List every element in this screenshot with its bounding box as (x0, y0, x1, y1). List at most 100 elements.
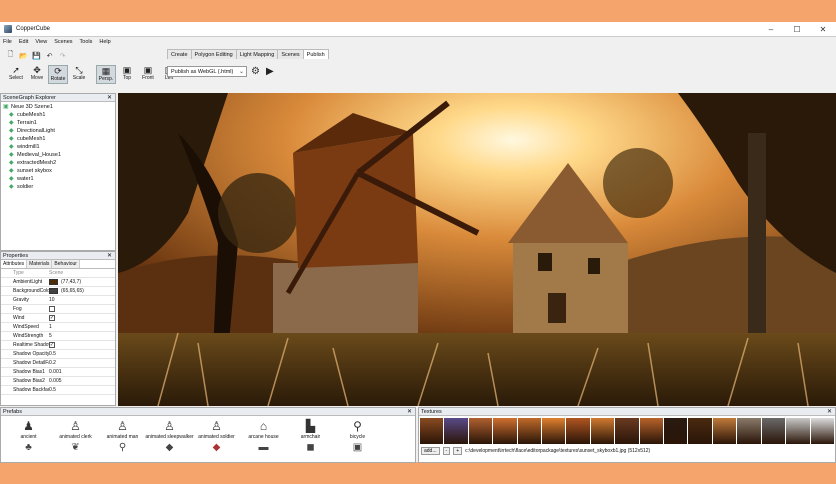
property-value[interactable]: 0.005 (49, 378, 115, 384)
undo-icon[interactable]: ↶ (45, 51, 54, 60)
prefab-item[interactable]: ♙ animated clerk (52, 418, 99, 440)
lamp-prefab-icon[interactable]: ⚲ (99, 442, 146, 453)
checkbox[interactable] (49, 306, 55, 312)
tree-item[interactable]: ◆ sunset skybox (3, 167, 113, 175)
property-value[interactable]: 0.5 (49, 387, 115, 393)
property-value[interactable] (49, 306, 115, 312)
tab-light-mapping[interactable]: Light Mapping (235, 49, 279, 59)
prefab-item[interactable]: ♙ animated man (99, 418, 146, 440)
property-row[interactable]: WindSpeed 1 (1, 323, 115, 332)
plant-prefab-icon[interactable]: ❦ (52, 442, 99, 453)
property-row[interactable]: Realtime Shadow ✓ (1, 341, 115, 350)
color-swatch[interactable] (49, 279, 58, 285)
tree-item[interactable]: ▣ Neue 3D Szene1 (3, 103, 113, 111)
property-value[interactable]: 10 (49, 297, 115, 303)
save-icon[interactable]: 💾 (32, 51, 41, 60)
texture-thumbnail[interactable] (444, 418, 468, 444)
carpet-prefab-icon[interactable]: ◆ (193, 442, 240, 453)
tab-materials[interactable]: Materials (27, 260, 53, 268)
tree-item[interactable]: ◆ cubeMesh1 (3, 111, 113, 119)
prefab-item[interactable]: ⚲ bicycle (334, 418, 381, 440)
maximize-button[interactable]: ☐ (784, 22, 810, 36)
tree-item[interactable]: ◆ Medieval_House1 (3, 151, 113, 159)
property-row[interactable]: Shadow Bias2 0.005 (1, 377, 115, 386)
box-prefab-icon[interactable]: ▣ (334, 442, 381, 453)
property-row[interactable]: Type Scene (1, 269, 115, 278)
zoom-out-button[interactable]: - (442, 446, 451, 455)
close-icon[interactable]: ✕ (107, 252, 112, 259)
new-file-icon[interactable]: 🗋 (6, 51, 15, 60)
open-folder-icon[interactable]: 📂 (19, 51, 28, 60)
tab-attributes[interactable]: Attributes (1, 260, 28, 268)
texture-thumbnail[interactable] (786, 418, 810, 444)
texture-thumbnail[interactable] (468, 418, 493, 444)
prefab-item[interactable]: ⌂ arcane house (240, 418, 287, 440)
property-value[interactable]: ✓ (49, 315, 115, 321)
view-top[interactable]: ▣ Top (117, 65, 137, 84)
property-row[interactable]: AmbientLight (77,43,7) (1, 278, 115, 287)
tree-item[interactable]: ◆ water1 (3, 175, 113, 183)
menu-view[interactable]: View (35, 39, 47, 45)
property-row[interactable]: Shadow BackfaceBias0.5 (1, 386, 115, 395)
property-value[interactable]: (77,43,7) (49, 279, 115, 285)
texture-thumbnail[interactable] (712, 418, 737, 444)
prefab-item[interactable]: ♟ ancient (5, 418, 52, 440)
property-value[interactable]: 0.5 (49, 351, 115, 357)
property-row[interactable]: Gravity 10 (1, 296, 115, 305)
texture-thumbnail[interactable] (420, 418, 444, 444)
property-row[interactable]: Wind ✓ (1, 314, 115, 323)
tree-prefab-icon[interactable]: ♣ (5, 442, 52, 453)
prefab-item[interactable]: ▙ armchair (287, 418, 334, 440)
gear-icon[interactable]: ⚙ (251, 66, 260, 77)
minimize-button[interactable]: – (758, 22, 784, 36)
property-row[interactable]: Shadow Bias1 0.001 (1, 368, 115, 377)
view-perspective[interactable]: ▦ Persp. (96, 65, 116, 84)
barrel-prefab-icon[interactable]: ◼ (287, 442, 334, 453)
texture-thumbnail[interactable] (639, 418, 664, 444)
tool-select[interactable]: ➚ Select (6, 65, 26, 84)
tree-item[interactable]: ◆ DirectionalLight (3, 127, 113, 135)
tree-item[interactable]: ◆ soldier (3, 183, 113, 191)
add-texture-button[interactable]: add... (421, 446, 440, 455)
texture-thumbnail[interactable] (737, 418, 761, 444)
prefab-item[interactable]: ♙ animated sleepwalker (145, 418, 193, 440)
property-row[interactable]: Fog (1, 305, 115, 314)
tab-publish[interactable]: Publish (302, 49, 329, 59)
tree-item[interactable]: ◆ Terrain1 (3, 119, 113, 127)
checkbox[interactable]: ✓ (49, 342, 55, 348)
property-value[interactable]: 1 (49, 324, 115, 330)
zoom-in-button[interactable]: + (453, 446, 463, 455)
redo-icon[interactable]: ↷ (58, 51, 67, 60)
tab-scenes[interactable]: Scenes (277, 49, 304, 59)
texture-thumbnail[interactable] (566, 418, 590, 444)
property-row[interactable]: BackgroundColor (65,65,65) (1, 287, 115, 296)
tree-item[interactable]: ◆ windmill1 (3, 143, 113, 151)
menu-tools[interactable]: Tools (80, 39, 93, 45)
property-value[interactable]: 5 (49, 333, 115, 339)
tool-scale[interactable]: ⤡ Scale (69, 65, 89, 84)
close-icon[interactable]: ✕ (407, 408, 412, 415)
property-row[interactable]: Shadow Opacity 0.5 (1, 350, 115, 359)
property-value[interactable]: 0.001 (49, 369, 115, 375)
property-value[interactable]: ✓ (49, 342, 115, 348)
texture-thumbnail[interactable] (688, 418, 712, 444)
menu-scenes[interactable]: Scenes (54, 39, 72, 45)
prefab-item[interactable]: ♙ animated soldier (193, 418, 240, 440)
close-button[interactable]: ✕ (810, 22, 836, 36)
view-front[interactable]: ▣ Front (138, 65, 158, 84)
property-value[interactable]: 0.2 (49, 360, 115, 366)
tree-item[interactable]: ◆ cubeMesh1 (3, 135, 113, 143)
texture-thumbnail[interactable] (493, 418, 517, 444)
checkbox[interactable]: ✓ (49, 315, 55, 321)
close-icon[interactable]: ✕ (107, 94, 112, 101)
tool-move[interactable]: ✥ Move (27, 65, 47, 84)
menu-edit[interactable]: Edit (19, 39, 28, 45)
texture-thumbnail[interactable] (615, 418, 639, 444)
texture-thumbnail[interactable] (810, 418, 834, 444)
texture-thumbnail[interactable] (517, 418, 542, 444)
3d-viewport[interactable] (118, 93, 836, 406)
close-icon[interactable]: ✕ (827, 408, 832, 415)
property-row[interactable]: Shadow DetailFactor0.2 (1, 359, 115, 368)
play-icon[interactable]: ▶ (266, 66, 274, 77)
property-row[interactable]: WindStrength 5 (1, 332, 115, 341)
